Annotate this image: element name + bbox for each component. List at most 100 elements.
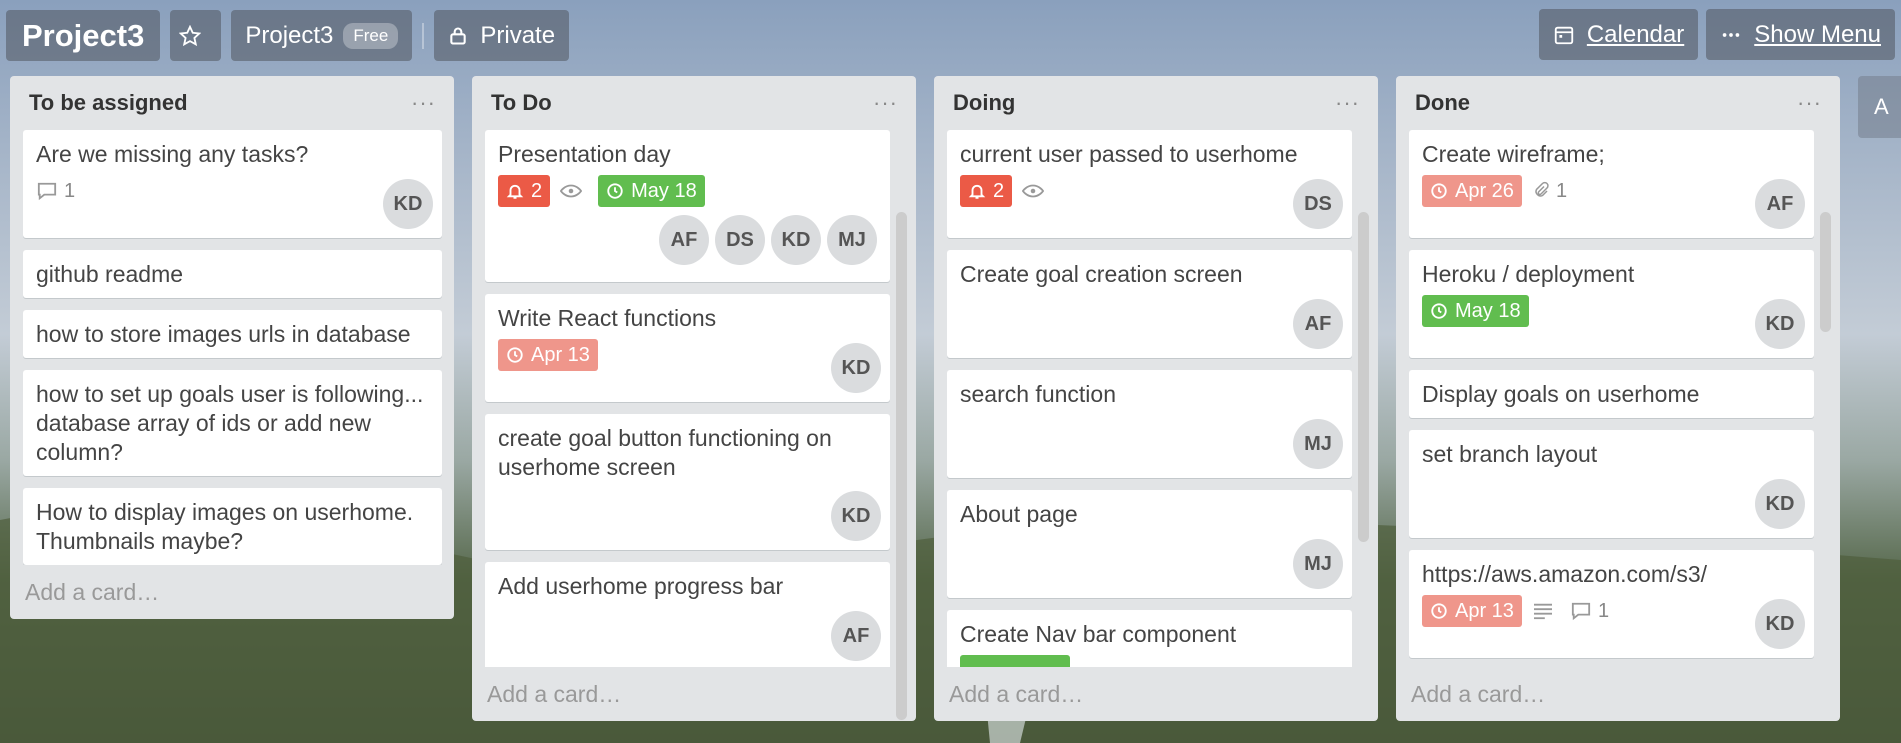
comments-indicator: 1 bbox=[1570, 600, 1609, 623]
card-title: Heroku / deployment bbox=[1422, 261, 1635, 287]
avatar[interactable]: KD bbox=[1755, 479, 1805, 529]
list-to-be-assigned: To be assigned ··· Are we missing any ta… bbox=[10, 76, 454, 619]
add-list-tab[interactable]: A bbox=[1858, 76, 1901, 138]
due-date-badge[interactable]: Apr 13 bbox=[498, 339, 598, 371]
add-card-button[interactable]: Add a card… bbox=[934, 667, 1378, 721]
avatar[interactable]: KD bbox=[831, 491, 881, 541]
card-title: Add userhome progress bar bbox=[498, 573, 784, 599]
card[interactable]: how to store images urls in database bbox=[23, 310, 442, 358]
scrollbar[interactable] bbox=[896, 212, 907, 720]
card[interactable]: github readme bbox=[23, 250, 442, 298]
add-card-button[interactable]: Add a card… bbox=[1396, 667, 1840, 721]
avatar[interactable]: KD bbox=[1755, 299, 1805, 349]
avatar[interactable]: AF bbox=[1293, 299, 1343, 349]
card[interactable]: Create Nav bar component bbox=[947, 610, 1352, 667]
list-header: To be assigned ··· bbox=[10, 76, 454, 130]
card[interactable]: set branch layout KD bbox=[1409, 430, 1814, 538]
board-header: Project3 Project3 Free Private Calendar … bbox=[6, 9, 1895, 62]
card-title: https://aws.amazon.com/s3/ bbox=[1422, 561, 1708, 587]
card[interactable]: how to set up goals user is following...… bbox=[23, 370, 442, 476]
visibility-label: Private bbox=[480, 21, 556, 49]
scrollbar[interactable] bbox=[1820, 212, 1831, 332]
avatar[interactable]: MJ bbox=[827, 215, 877, 265]
paperclip-icon bbox=[1535, 181, 1549, 197]
calendar-button[interactable]: Calendar bbox=[1538, 9, 1699, 60]
eye-icon bbox=[560, 184, 583, 198]
bell-icon bbox=[506, 184, 524, 199]
card[interactable]: How to display images on userhome. Thumb… bbox=[23, 488, 442, 565]
list-done: Done ··· Create wireframe; Apr 26 1 AF H… bbox=[1396, 76, 1840, 721]
card-title: Are we missing any tasks? bbox=[36, 141, 309, 167]
card[interactable]: create goal button functioning on userho… bbox=[485, 414, 890, 550]
card-title: How to display images on userhome. Thumb… bbox=[36, 499, 414, 554]
star-button[interactable] bbox=[170, 10, 222, 61]
card-title: Create wireframe; bbox=[1422, 141, 1605, 167]
card-title: Create goal creation screen bbox=[960, 261, 1243, 287]
list-doing: Doing ··· current user passed to userhom… bbox=[934, 76, 1378, 721]
board-title[interactable]: Project3 bbox=[6, 10, 161, 61]
add-card-button[interactable]: Add a card… bbox=[10, 565, 454, 619]
avatar[interactable]: KD bbox=[383, 179, 433, 229]
card-title: set branch layout bbox=[1422, 441, 1598, 467]
list-title: Doing bbox=[953, 90, 1016, 115]
team-name: Project3 bbox=[245, 21, 334, 49]
due-date-badge[interactable] bbox=[960, 655, 1070, 667]
due-date-badge[interactable]: Apr 13 bbox=[1422, 595, 1522, 627]
comment-icon bbox=[37, 182, 57, 201]
list-menu-button[interactable]: ··· bbox=[411, 90, 436, 116]
list-header: Done ··· bbox=[1396, 76, 1840, 130]
due-date-badge[interactable]: May 18 bbox=[1422, 295, 1529, 327]
avatar[interactable]: AF bbox=[831, 611, 881, 661]
avatar[interactable]: KD bbox=[831, 343, 881, 393]
header-divider bbox=[422, 22, 425, 49]
card[interactable]: Display goals on userhome bbox=[1409, 370, 1814, 418]
card[interactable]: Add userhome progress bar AF bbox=[485, 562, 890, 667]
description-icon bbox=[1533, 603, 1552, 620]
avatar[interactable]: DS bbox=[1293, 179, 1343, 229]
due-date-badge[interactable]: Apr 26 bbox=[1422, 175, 1522, 207]
card[interactable]: About page MJ bbox=[947, 490, 1352, 598]
card[interactable]: current user passed to userhome 2 DS bbox=[947, 130, 1352, 238]
clock-icon bbox=[607, 183, 623, 199]
avatar[interactable]: KD bbox=[1755, 599, 1805, 649]
list-header: Doing ··· bbox=[934, 76, 1378, 130]
card[interactable]: https://aws.amazon.com/s3/ Apr 13 1 KD bbox=[1409, 550, 1814, 658]
avatar[interactable]: AF bbox=[1755, 179, 1805, 229]
scrollbar[interactable] bbox=[1358, 212, 1369, 542]
card[interactable]: Create wireframe; Apr 26 1 AF bbox=[1409, 130, 1814, 238]
card-title: Display goals on userhome bbox=[1422, 381, 1700, 407]
clock-icon bbox=[1431, 603, 1447, 619]
card[interactable]: Create goal creation screen AF bbox=[947, 250, 1352, 358]
avatar[interactable]: DS bbox=[715, 215, 765, 265]
star-icon bbox=[178, 24, 201, 46]
list-to-do: To Do ··· Presentation day 2 May 18 AF D… bbox=[472, 76, 916, 721]
card-title: About page bbox=[960, 501, 1078, 527]
list-header: To Do ··· bbox=[472, 76, 916, 130]
card-title: Create Nav bar component bbox=[960, 621, 1237, 647]
card-title: search function bbox=[960, 381, 1116, 407]
watching-indicator bbox=[1022, 183, 1050, 199]
visibility-button[interactable]: Private bbox=[434, 10, 570, 61]
clock-icon bbox=[1431, 183, 1447, 199]
add-card-button[interactable]: Add a card… bbox=[472, 667, 916, 721]
card-title: how to store images urls in database bbox=[36, 321, 411, 347]
avatar[interactable]: KD bbox=[771, 215, 821, 265]
due-date-badge[interactable]: May 18 bbox=[598, 175, 705, 207]
card[interactable]: search function MJ bbox=[947, 370, 1352, 478]
card[interactable]: Presentation day 2 May 18 AF DS KD MJ bbox=[485, 130, 890, 282]
card[interactable]: Are we missing any tasks? 1 KD bbox=[23, 130, 442, 238]
card[interactable]: Heroku / deployment May 18 KD bbox=[1409, 250, 1814, 358]
list-menu-button[interactable]: ··· bbox=[873, 90, 898, 116]
list-menu-button[interactable]: ··· bbox=[1797, 90, 1822, 116]
card[interactable]: Write React functions Apr 13 KD bbox=[485, 294, 890, 402]
list-menu-button[interactable]: ··· bbox=[1335, 90, 1360, 116]
comments-indicator: 1 bbox=[36, 180, 75, 203]
avatar[interactable]: AF bbox=[659, 215, 709, 265]
team-button[interactable]: Project3 Free bbox=[231, 10, 413, 61]
avatar[interactable]: MJ bbox=[1293, 419, 1343, 469]
description-indicator bbox=[1532, 602, 1560, 620]
list-title: To Do bbox=[491, 90, 552, 115]
show-menu-button[interactable]: Show Menu bbox=[1706, 9, 1895, 60]
more-icon bbox=[1723, 32, 1740, 37]
avatar[interactable]: MJ bbox=[1293, 539, 1343, 589]
